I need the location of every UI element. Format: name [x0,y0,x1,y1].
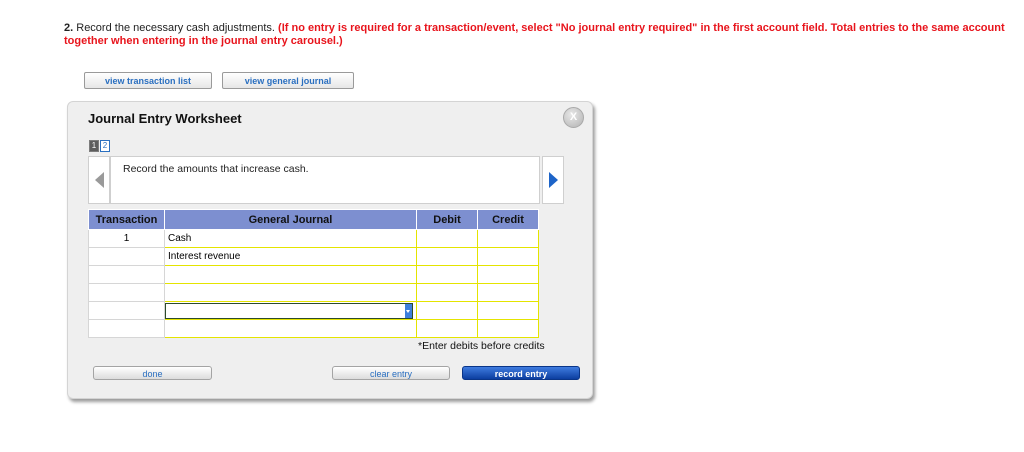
page-1-tab[interactable]: 1 [89,140,99,152]
header-credit: Credit [477,209,539,230]
worksheet-title: Journal Entry Worksheet [88,111,242,126]
view-transaction-list-button[interactable]: view transaction list [84,72,212,89]
next-entry-button[interactable] [542,156,564,204]
table-row: 1 Cash [88,229,539,248]
header-transaction: Transaction [88,209,165,230]
arrow-left-icon [95,172,104,188]
view-general-journal-button[interactable]: view general journal [222,72,354,89]
table-row: Interest revenue [88,247,539,266]
account-cell[interactable]: Interest revenue [164,247,417,266]
debit-credit-note: *Enter debits before credits [418,340,545,352]
record-entry-button[interactable]: record entry [462,366,580,380]
entry-prompt-box: Record the amounts that increase cash. [110,156,540,204]
entry-prompt: Record the amounts that increase cash. [123,163,309,175]
transaction-cell: 1 [88,229,165,248]
debit-cell[interactable] [416,229,478,248]
debit-cell[interactable] [416,247,478,266]
page-2-tab[interactable]: 2 [100,140,110,152]
instructions: 2. Record the necessary cash adjustments… [64,22,1014,48]
credit-cell[interactable] [477,301,539,320]
credit-cell[interactable] [477,265,539,284]
transaction-cell [88,301,165,320]
table-row [88,301,539,320]
account-cell[interactable] [164,283,417,302]
header-general-journal: General Journal [164,209,417,230]
debit-cell[interactable] [416,319,478,338]
done-button[interactable]: done [93,366,212,380]
table-row [88,283,539,302]
account-cell[interactable] [164,319,417,338]
chevron-down-icon[interactable] [405,303,412,318]
debit-cell[interactable] [416,301,478,320]
journal-entry-worksheet-panel: Journal Entry Worksheet X 12 Record the … [67,101,593,399]
table-header-row: Transaction General Journal Debit Credit [88,209,539,230]
account-dropdown[interactable] [165,302,413,319]
clear-entry-button[interactable]: clear entry [332,366,450,380]
close-icon[interactable]: X [563,107,584,128]
header-debit: Debit [416,209,478,230]
credit-cell[interactable] [477,229,539,248]
transaction-cell [88,247,165,266]
transaction-cell [88,265,165,284]
table-row [88,319,539,338]
account-cell[interactable]: Cash [164,229,417,248]
previous-entry-button[interactable] [88,156,110,204]
transaction-cell [88,283,165,302]
debit-cell[interactable] [416,283,478,302]
arrow-right-icon [549,172,558,188]
instruction-text: 2. Record the necessary cash adjustments… [64,22,275,34]
transaction-cell [88,319,165,338]
credit-cell[interactable] [477,283,539,302]
table-row [88,265,539,284]
account-select-cell[interactable] [164,301,417,320]
account-cell[interactable] [164,265,417,284]
journal-entry-table: Transaction General Journal Debit Credit… [88,209,539,338]
credit-cell[interactable] [477,319,539,338]
credit-cell[interactable] [477,247,539,266]
debit-cell[interactable] [416,265,478,284]
